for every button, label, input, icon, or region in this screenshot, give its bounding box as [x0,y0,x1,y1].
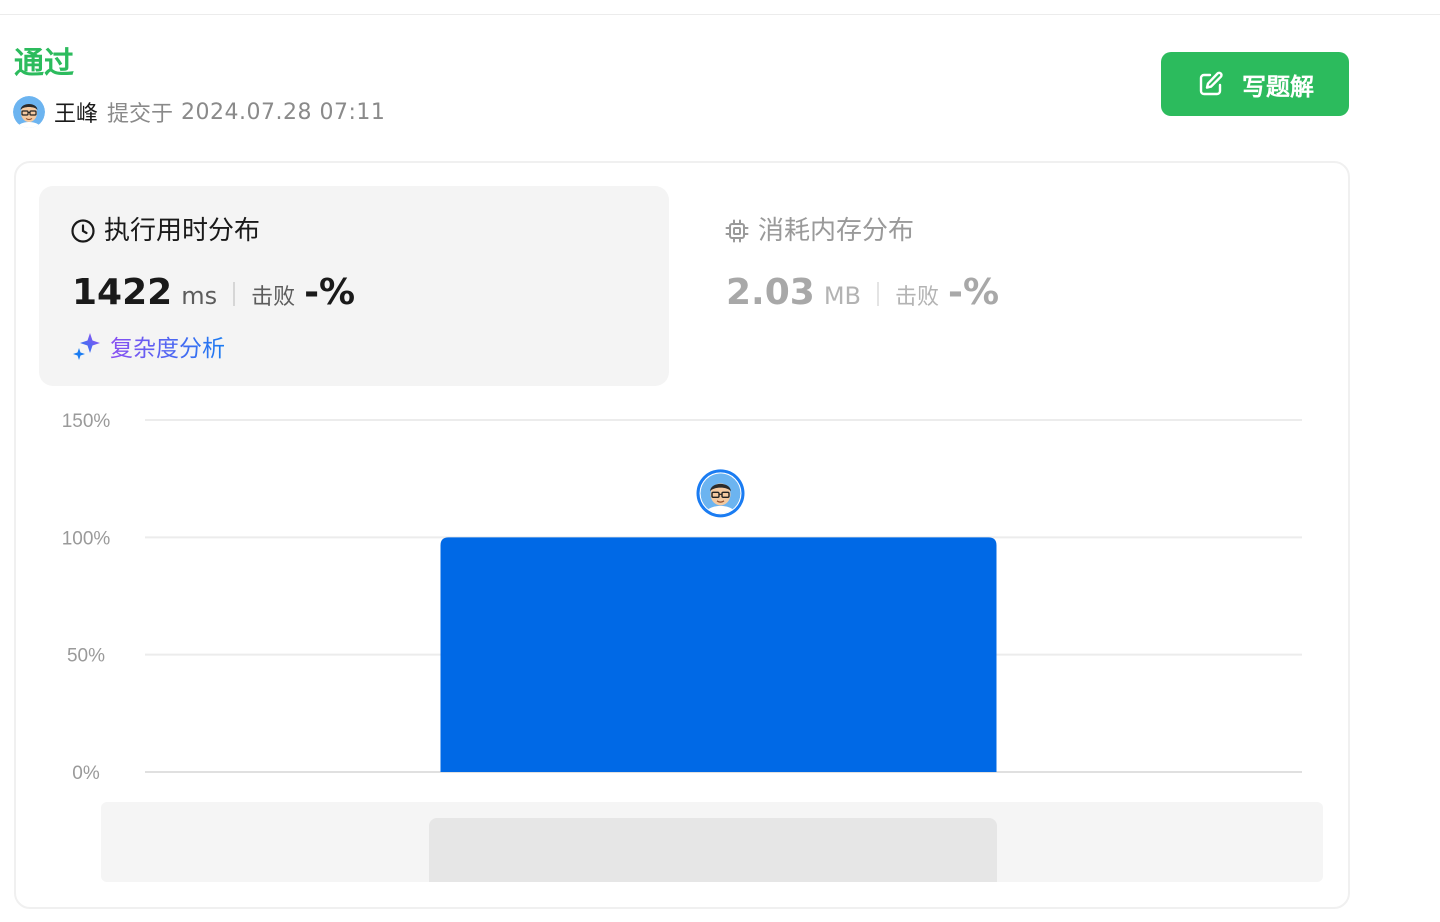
top-divider [0,14,1440,15]
sparkle-icon [73,333,100,360]
runtime-bar[interactable] [440,537,997,772]
submission-meta: 王峰 提交于 2024.07.28 07:11 [13,96,385,128]
user-name[interactable]: 王峰 [54,96,98,128]
edit-icon [1199,71,1223,96]
memory-title: 消耗内存分布 [758,216,915,246]
chip-icon [725,219,749,243]
memory-value-row: 2.03 MB 击败 -% [726,272,999,316]
memory-beat-label: 击败 [895,285,940,310]
memory-divider [877,282,879,306]
complexity-analysis-label: 复杂度分析 [110,329,225,363]
memory-value: 2.03 [726,272,815,313]
write-solution-label: 写题解 [1242,72,1314,101]
runtime-beat-value: -% [304,272,356,313]
clock-icon [71,219,95,243]
memory-unit: MB [823,282,861,310]
submission-status: 通过 [14,46,74,81]
runtime-value-row: 1422 ms 击败 -% [72,272,355,316]
write-solution-button[interactable]: 写题解 [1161,52,1349,116]
runtime-unit: ms [181,282,218,310]
submitted-prefix: 提交于 [107,102,174,127]
y-tick-label: 100% [62,528,111,549]
chart-range-handle[interactable] [429,818,997,882]
memory-tab[interactable]: 消耗内存分布 [724,216,914,246]
user-marker[interactable] [696,469,745,518]
runtime-title-row: 执行用时分布 [70,216,260,246]
runtime-distribution-chart: 0% 50% 100% 150% [62,411,1302,784]
complexity-analysis-link[interactable]: 复杂度分析 [72,329,225,363]
memory-beat-value: -% [948,272,1000,313]
runtime-title: 执行用时分布 [104,216,261,246]
y-tick-label: 0% [72,763,100,784]
runtime-value: 1422 [72,272,173,313]
runtime-divider [233,282,236,306]
user-avatar[interactable] [13,96,45,128]
y-tick-label: 150% [62,411,111,432]
runtime-beat-label: 击败 [251,285,296,310]
submitted-time: 2024.07.28 07:11 [181,99,386,125]
y-tick-label: 50% [67,646,105,667]
